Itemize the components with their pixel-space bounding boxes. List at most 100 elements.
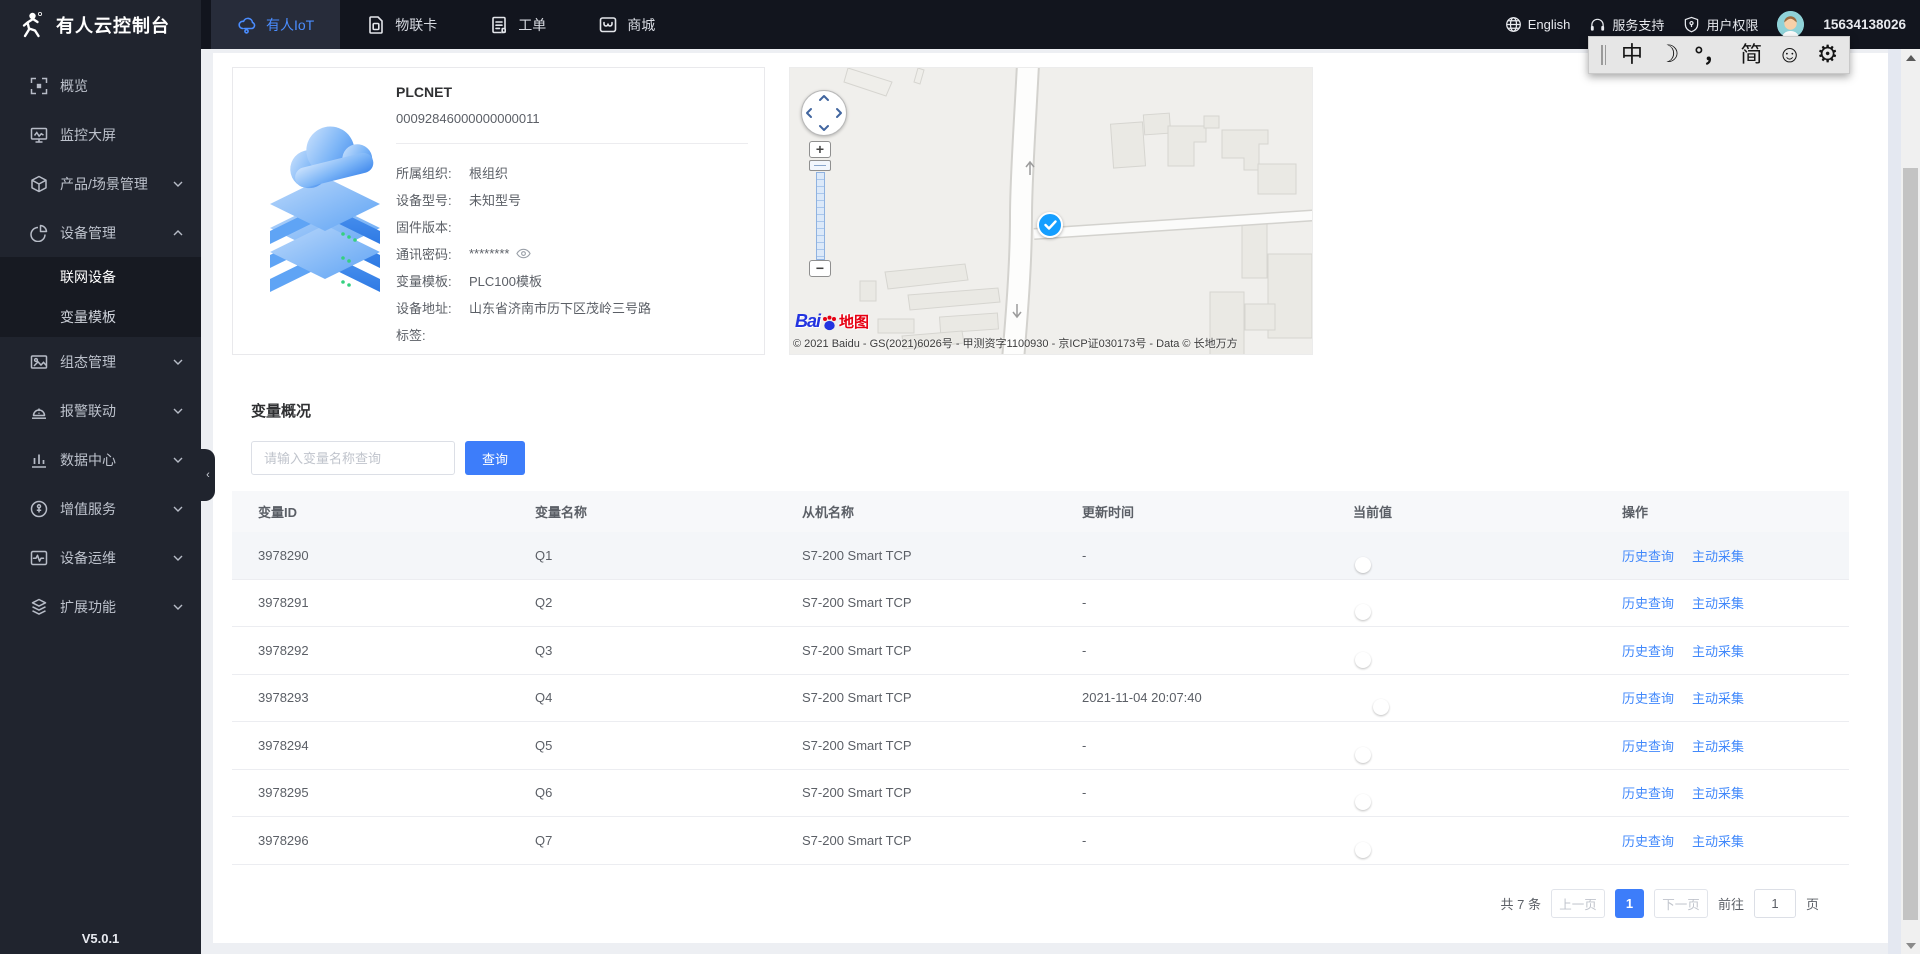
variable-search-input[interactable] <box>251 441 455 475</box>
active-collect-link[interactable]: 主动采集 <box>1692 691 1744 706</box>
goto-page-input[interactable] <box>1753 889 1796 918</box>
sidebar-item-data-center[interactable]: 数据中心 <box>0 435 201 484</box>
tab-usr-iot[interactable]: 有人IoT <box>211 0 341 49</box>
sidebar-item-scada[interactable]: 组态管理 <box>0 337 201 386</box>
sidebar-item-alarm-linkage[interactable]: 报警联动 <box>0 386 201 435</box>
history-query-link[interactable]: 历史查询 <box>1622 786 1674 801</box>
inner-scroll-strip[interactable] <box>1888 49 1901 954</box>
map-zoom-slider-track[interactable] <box>816 172 825 260</box>
sidebar-item-device-ops[interactable]: 设备运维 <box>0 533 201 582</box>
tab-label: 商城 <box>627 16 656 33</box>
chevron-down-icon <box>173 555 183 561</box>
history-query-link[interactable]: 历史查询 <box>1622 644 1674 659</box>
active-collect-link[interactable]: 主动采集 <box>1692 739 1744 754</box>
sidebar: 概览 监控大屏 产品/场景管理 设备管理 联网设备 变量模板 组态管理 报警联动… <box>0 49 201 954</box>
next-page-button[interactable]: 下一页 <box>1653 889 1708 918</box>
sidebar-item-overview[interactable]: 概览 <box>0 61 201 110</box>
history-query-link[interactable]: 历史查询 <box>1622 596 1674 611</box>
cell-slave-name: S7-200 Smart TCP <box>802 785 912 801</box>
active-collect-link[interactable]: 主动采集 <box>1692 596 1744 611</box>
field-label: 变量模板: <box>396 274 452 289</box>
col-header-variable-name: 变量名称 <box>535 505 588 520</box>
page-unit-label: 页 <box>1805 897 1819 912</box>
baidu-logo: Bai 地图 <box>795 311 869 332</box>
cell-variable-name: Q6 <box>535 785 553 801</box>
sidebar-item-monitor-screen[interactable]: 监控大屏 <box>0 110 201 159</box>
active-collect-link[interactable]: 主动采集 <box>1692 786 1744 801</box>
map-pan-control[interactable] <box>801 90 847 136</box>
sidebar-item-extensions[interactable]: 扩展功能 <box>0 582 201 631</box>
pulse-monitor-icon <box>30 549 48 567</box>
chevron-down-icon <box>173 457 183 463</box>
sidebar-label: 设备运维 <box>60 549 116 566</box>
map-zoom-slider-handle[interactable] <box>809 160 831 171</box>
eye-icon[interactable] <box>516 248 532 259</box>
service-support-label: 服务支持 <box>1612 18 1665 33</box>
user-avatar[interactable] <box>1777 11 1805 38</box>
field-label: 设备地址: <box>396 301 452 316</box>
divider <box>396 143 748 144</box>
tab-mall[interactable]: 商城 <box>572 0 681 49</box>
logo-area[interactable]: 有人云控制台 <box>0 0 201 49</box>
section-title-variables: 变量概况 <box>251 403 312 420</box>
table-row: 3978293 Q4 S7-200 Smart TCP 2021-11-04 2… <box>232 674 1849 722</box>
variable-search-row: 查询 <box>251 441 525 475</box>
chevron-up-icon <box>173 229 183 236</box>
browser-scrollbar[interactable] <box>1901 49 1920 954</box>
ime-punctuation[interactable]: °， <box>1695 44 1726 66</box>
sidebar-item-product-scene[interactable]: 产品/场景管理 <box>0 159 201 208</box>
sidebar-label: 监控大屏 <box>60 126 116 143</box>
ime-drag-handle[interactable] <box>1601 45 1606 65</box>
col-header-update-time: 更新时间 <box>1082 505 1135 520</box>
tab-iot-card[interactable]: 物联卡 <box>340 0 463 49</box>
tab-work-order[interactable]: 工单 <box>463 0 572 49</box>
search-button[interactable]: 查询 <box>465 441 525 475</box>
cell-update-time: - <box>1082 642 1087 658</box>
device-name: PLCNET <box>396 84 452 100</box>
sidebar-label: 产品/场景管理 <box>60 175 148 192</box>
pie-chart-icon <box>30 224 48 242</box>
ime-moon-icon[interactable]: ☽ <box>1658 43 1680 67</box>
ime-toolbar[interactable]: 中 ☽ °， 简 ☺ ⚙ <box>1588 36 1850 74</box>
history-query-link[interactable]: 历史查询 <box>1622 549 1674 564</box>
ime-gear-icon[interactable]: ⚙ <box>1817 43 1839 67</box>
picture-icon <box>30 353 48 371</box>
cell-variable-id: 3978293 <box>258 690 309 706</box>
service-support[interactable]: 服务支持 <box>1589 15 1664 34</box>
scrollbar-down-arrow[interactable] <box>1901 937 1920 954</box>
scrollbar-up-arrow[interactable] <box>1901 49 1920 66</box>
active-collect-link[interactable]: 主动采集 <box>1692 644 1744 659</box>
prev-page-button[interactable]: 上一页 <box>1550 889 1605 918</box>
sidebar-item-device-management[interactable]: 设备管理 <box>0 208 201 257</box>
sidebar-subitem-variable-templates[interactable]: 变量模板 <box>0 297 201 337</box>
history-query-link[interactable]: 历史查询 <box>1622 691 1674 706</box>
map-zoom-in-button[interactable]: + <box>809 141 831 158</box>
sidebar-collapse-handle[interactable]: ‹ <box>201 449 215 501</box>
col-header-current-value: 当前值 <box>1353 505 1393 520</box>
page-number-1[interactable]: 1 <box>1614 889 1644 918</box>
user-permission-label: 用户权限 <box>1706 18 1759 33</box>
sidebar-subitem-networked-devices[interactable]: 联网设备 <box>0 257 201 297</box>
history-query-link[interactable]: 历史查询 <box>1622 834 1674 849</box>
baidu-map[interactable]: + − Bai 地图 © 2021 Baidu - GS(2021)6026号 … <box>789 67 1313 355</box>
user-permission[interactable]: 用户权限 <box>1683 15 1758 34</box>
pagination: 共 7 条 上一页 1 下一页 前往 页 <box>232 889 1849 918</box>
variables-table: 变量ID 变量名称 从机名称 更新时间 当前值 操作 3978290 Q1 S7… <box>232 491 1849 865</box>
user-phone[interactable]: 15634138026 <box>1823 17 1906 32</box>
active-collect-link[interactable]: 主动采集 <box>1692 549 1744 564</box>
ime-simplified[interactable]: 简 <box>1740 44 1762 66</box>
language-switch[interactable]: English <box>1505 16 1570 33</box>
history-query-link[interactable]: 历史查询 <box>1622 739 1674 754</box>
cell-update-time: - <box>1082 547 1087 563</box>
scrollbar-thumb[interactable] <box>1903 168 1918 920</box>
value-added-icon <box>30 500 48 518</box>
table-header-row: 变量ID 变量名称 从机名称 更新时间 当前值 操作 <box>232 491 1849 532</box>
active-collect-link[interactable]: 主动采集 <box>1692 834 1744 849</box>
ime-smiley-icon[interactable]: ☺ <box>1777 43 1802 67</box>
ime-mode-chinese[interactable]: 中 <box>1621 44 1643 66</box>
overview-icon <box>30 77 48 95</box>
map-marker[interactable] <box>1037 212 1063 238</box>
map-zoom-out-button[interactable]: − <box>809 260 831 277</box>
tab-label: 物联卡 <box>395 16 438 33</box>
sidebar-item-value-added-services[interactable]: 增值服务 <box>0 484 201 533</box>
